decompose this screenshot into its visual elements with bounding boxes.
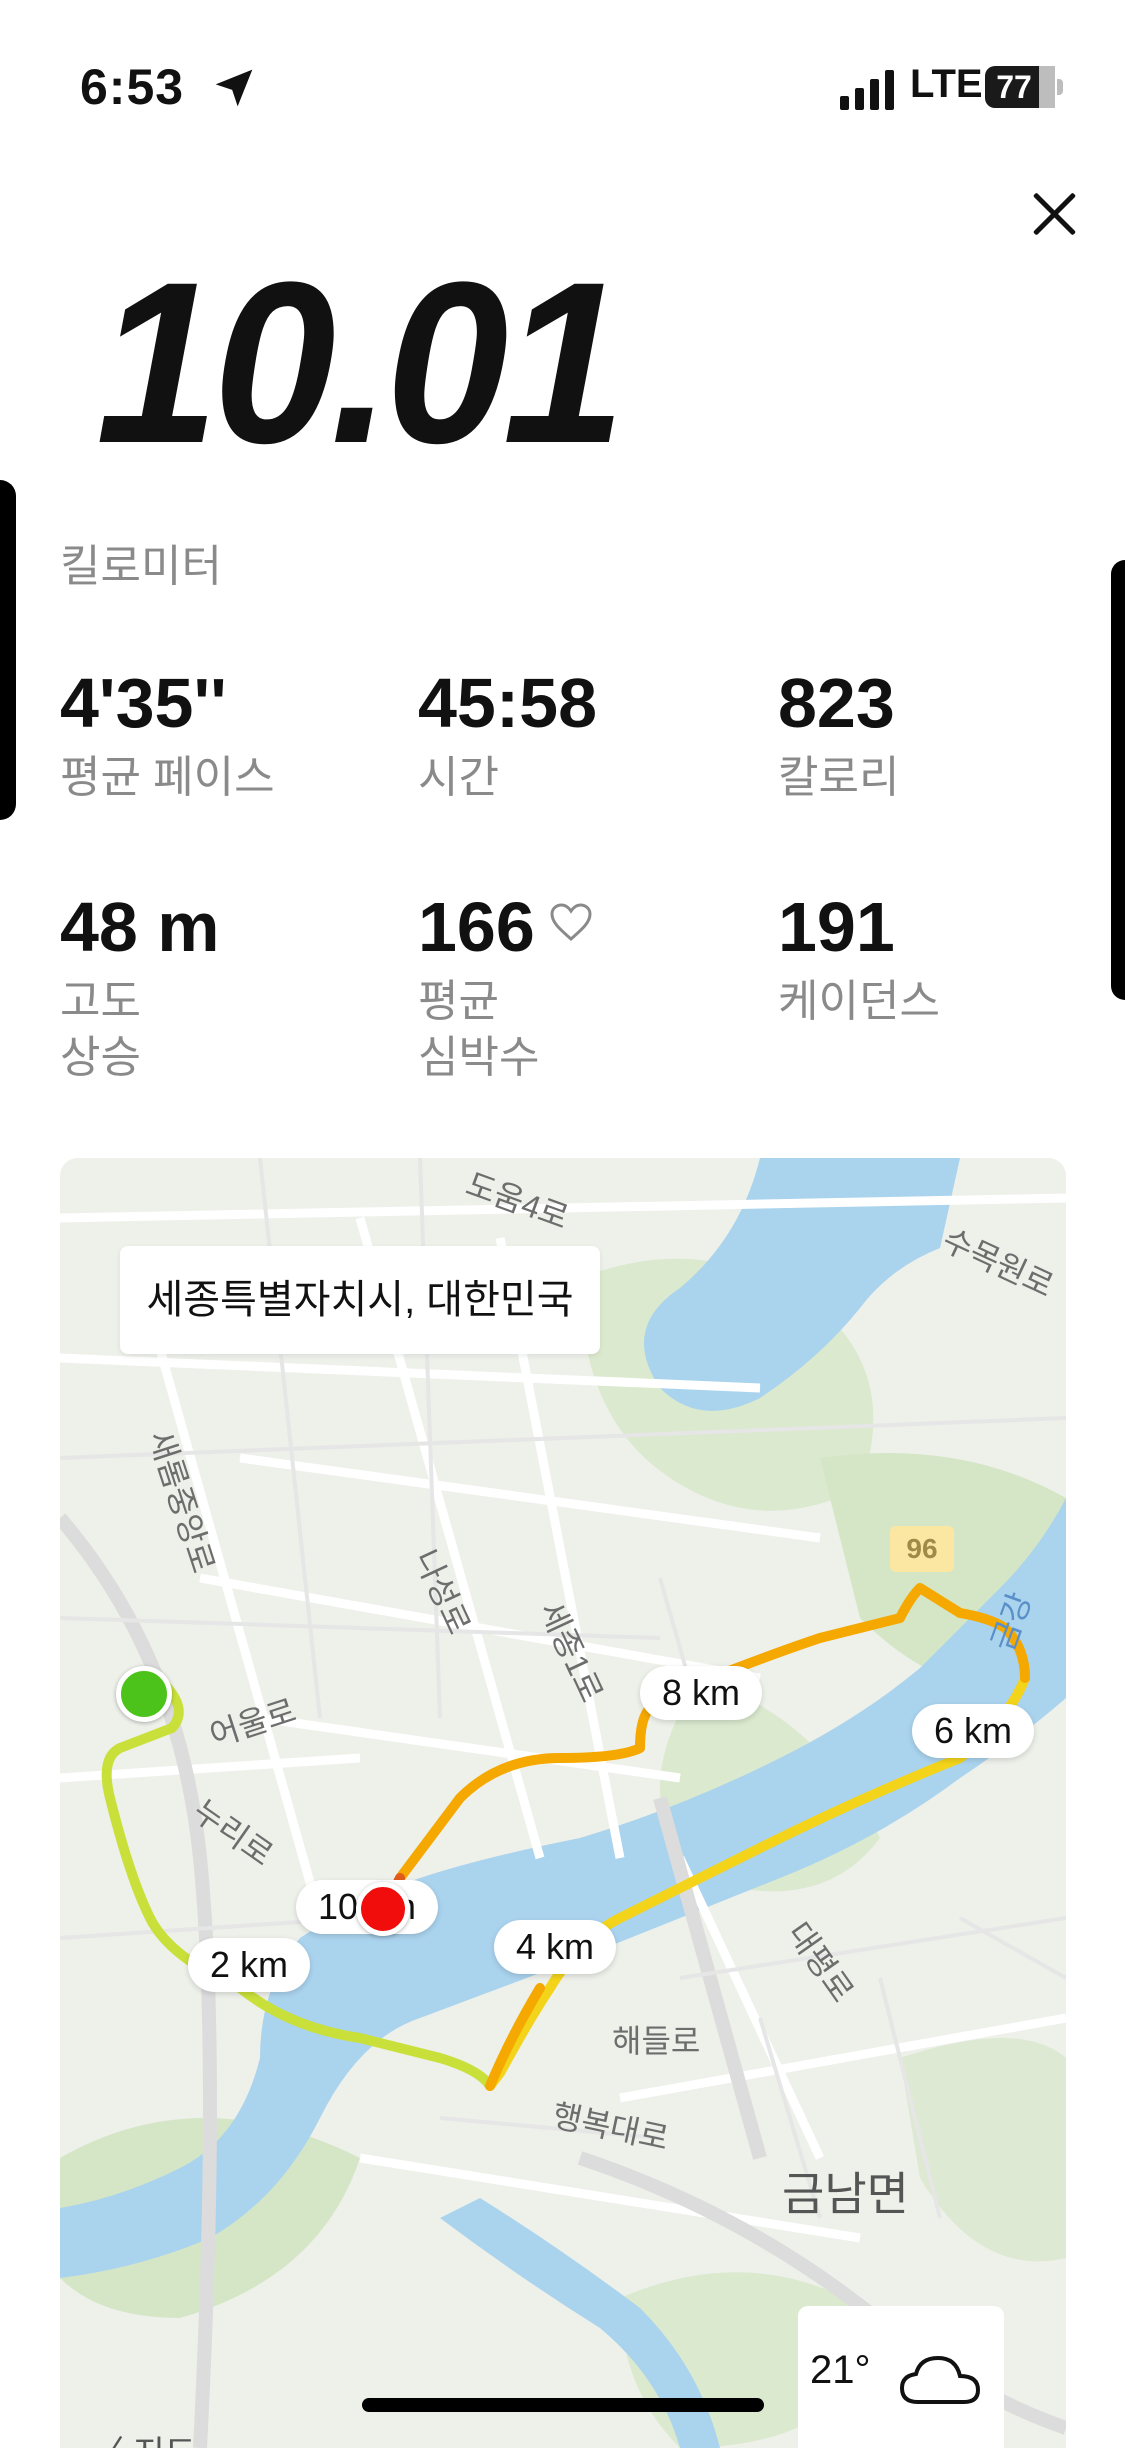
stat-value: 48 m [60, 888, 220, 966]
area-label: 금남면 [782, 2168, 909, 2220]
stat-avg-heart-rate: 166 평균 심박수 [418, 892, 593, 1086]
battery-icon: 77 [985, 66, 1065, 108]
status-time: 6:53 [80, 59, 185, 115]
status-bar: 6:53 LTE 77 [0, 0, 1125, 170]
stat-time: 45:58 시간 [418, 668, 597, 806]
stat-value: 823 [778, 664, 895, 742]
stat-label: 고도 상승 [60, 977, 141, 1082]
km-marker: 8 km [640, 1666, 763, 1720]
cloud-icon [899, 2355, 981, 2404]
route-map[interactable]: 세종특별자치시, 대한민국 도움4로 수목원로 새롬중앙로 나성로 세종1로 어… [60, 1158, 1066, 2448]
distance-value: 10.01 [96, 234, 625, 491]
km-marker: 6 km [912, 1704, 1035, 1758]
stat-value: 166 [418, 888, 535, 966]
stat-calories: 823 칼로리 [778, 668, 899, 806]
stat-label: 케이던스 [778, 977, 940, 1026]
home-indicator[interactable] [362, 2398, 764, 2412]
screen-edge-right [1111, 560, 1125, 1000]
stat-label: 평균 심박수 [418, 977, 540, 1082]
stat-label: 시간 [418, 753, 499, 802]
heart-icon [550, 903, 592, 942]
stat-label: 칼로리 [778, 753, 900, 802]
km-marker: 2 km [188, 1938, 311, 1992]
stat-cadence: 191 케이던스 [778, 892, 940, 1030]
end-marker [356, 1882, 410, 1936]
start-marker [116, 1666, 172, 1722]
road-label: 해들로 [612, 2023, 701, 2059]
close-button[interactable] [1028, 188, 1080, 240]
location-label: 세종특별자치시, 대한민국 [120, 1246, 600, 1354]
km-marker: 4 km [494, 1920, 617, 1974]
weather-widget: 21° [798, 2306, 1004, 2448]
stat-avg-pace: 4'35'' 평균 페이스 [60, 668, 275, 806]
network-type: LTE [910, 62, 983, 106]
stat-label: 평균 페이스 [60, 753, 275, 802]
map-legal-link[interactable]: 〈 지도 [90, 2426, 196, 2448]
distance-unit: 킬로미터 [60, 542, 222, 591]
route-shield: 96 [890, 1526, 954, 1572]
location-arrow-icon [215, 69, 253, 107]
stat-value: 4'35'' [60, 664, 227, 742]
signal-icon [840, 70, 894, 110]
battery-level: 77 [996, 69, 1032, 105]
stat-value: 45:58 [418, 664, 598, 742]
stat-elevation-gain: 48 m 고도 상승 [60, 892, 220, 1086]
weather-temperature: 21° [810, 2348, 871, 2392]
stat-value: 191 [778, 888, 895, 966]
screen-edge-left [0, 480, 16, 820]
